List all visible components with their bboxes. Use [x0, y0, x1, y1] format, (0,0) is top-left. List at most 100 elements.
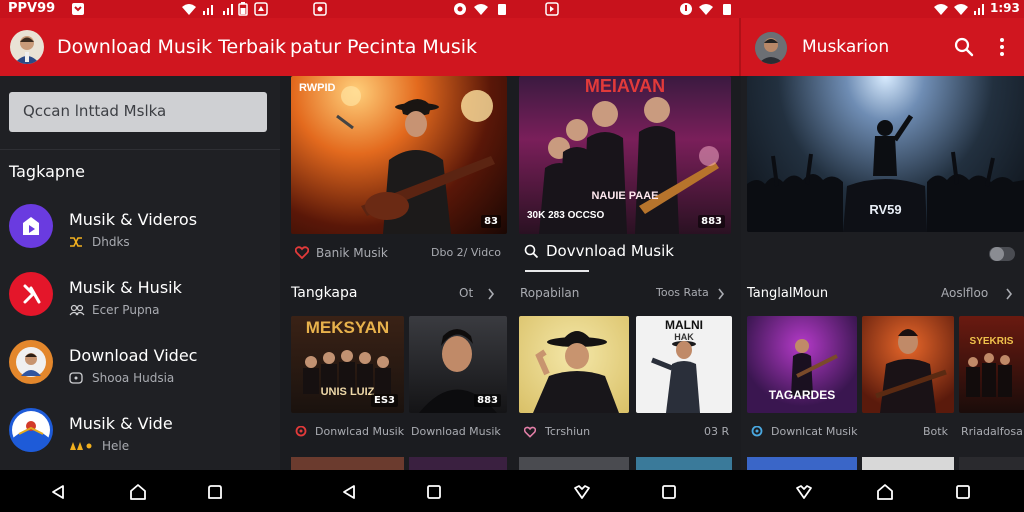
- card-image[interactable]: MALNI HAK: [636, 316, 732, 413]
- app-icon: [9, 408, 53, 452]
- search-input[interactable]: Qccan lnttad Mslka: [9, 92, 267, 132]
- screen-root: PPV99 1:93 Download Musik Terbaik patur …: [0, 0, 1024, 512]
- back-icon[interactable]: [341, 484, 357, 500]
- hero-image[interactable]: MEIAVAN NAUIE PAAE 30K 283 OCCSO 883: [519, 76, 731, 234]
- row-more[interactable]: Ot: [459, 286, 473, 300]
- wifi-icon-4: [933, 2, 949, 16]
- card-overlay: MEKSYAN: [305, 318, 390, 337]
- signal-icon-2: [222, 2, 236, 16]
- card-overlay: TAGARDES: [768, 388, 836, 402]
- list-item[interactable]: Musik & Vide Hele: [0, 404, 280, 460]
- recents-icon[interactable]: [207, 484, 223, 500]
- wifi-icon: [181, 2, 197, 16]
- chevron-right-icon[interactable]: [487, 288, 495, 300]
- hero-caption: Banik Musik: [316, 246, 388, 260]
- card-image-peek: [747, 457, 857, 470]
- heart-nav-icon[interactable]: [573, 484, 591, 500]
- section-title: Tagkapne: [9, 162, 86, 181]
- list-item-title: Musik & Husik: [69, 278, 182, 297]
- search-placeholder: Qccan lnttad Mslka: [23, 102, 167, 120]
- hero-overlay-sub: NAUIE PAAE: [591, 190, 659, 202]
- screen1-title: Download Musik Terbaik: [57, 36, 287, 58]
- location-icon: [453, 2, 467, 16]
- card-image-peek: [519, 457, 629, 470]
- card-image[interactable]: 883: [409, 316, 507, 413]
- chevron-right-icon[interactable]: [1005, 288, 1013, 300]
- signal-icon-3: [973, 2, 987, 16]
- toggle-switch[interactable]: [989, 247, 1015, 261]
- recents-icon[interactable]: [955, 484, 971, 500]
- app-icon: [9, 272, 53, 316]
- hero-image[interactable]: RV59: [747, 76, 1024, 232]
- chevron-right-icon[interactable]: [717, 288, 725, 300]
- card-overlay-sub: HAK: [674, 332, 694, 342]
- list-item[interactable]: Musik & Husik Ecer Pupna: [0, 268, 280, 324]
- card-overlay: MALNI: [665, 318, 703, 332]
- row-more[interactable]: Aoslfloo: [941, 286, 988, 300]
- list-item-subtitle: Ecer Pupna: [92, 303, 160, 317]
- hero-overlay-bottom: 30K 283 OCCSO: [527, 210, 605, 221]
- list-item-title: Musik & Videros: [69, 210, 198, 229]
- heart-icon[interactable]: [524, 426, 536, 438]
- app-icon: [9, 204, 53, 248]
- app-icon: [9, 340, 53, 384]
- screen3-panel: RV59 TanglalMoun Aoslfloo TAGARDES SYEKR…: [741, 76, 1024, 470]
- app-notif-icon: [313, 2, 327, 16]
- list-item[interactable]: Musik & Videros Dhdks: [0, 200, 280, 256]
- battery-icon: [238, 2, 248, 16]
- toggle-knob: [990, 247, 1004, 261]
- home-icon[interactable]: [876, 484, 894, 500]
- card-image-peek: [862, 457, 954, 470]
- heart-icon[interactable]: [295, 246, 309, 259]
- card-caption: Donwlcad Musik: [315, 425, 405, 438]
- divider: [739, 18, 741, 76]
- card-image-peek: [959, 457, 1024, 470]
- hero-image[interactable]: RWPID 83: [291, 76, 507, 234]
- signal-icon: [202, 2, 216, 16]
- wifi-icon-2: [473, 2, 489, 16]
- row-title: Tangkapa: [291, 285, 358, 301]
- hero-overlay-title: MEIAVAN: [584, 76, 666, 96]
- list-item[interactable]: Download Videc Shooa Hudsia: [0, 336, 280, 392]
- more-vert-icon[interactable]: [998, 37, 1006, 57]
- card-image[interactable]: TAGARDES: [747, 316, 857, 413]
- search-tab-label[interactable]: Dovvnload Musik: [546, 242, 674, 260]
- divider: [0, 149, 280, 150]
- card-image[interactable]: SYEKRIS: [959, 316, 1024, 413]
- card-image-peek: [636, 457, 732, 470]
- app-notif-icon-2: [545, 2, 559, 16]
- row-title-2: Ropabilan: [520, 286, 580, 300]
- screen2-panel: RWPID 83 MEIAVAN NAUIE PAAE 30K 283 OCCS…: [281, 76, 739, 470]
- card-image[interactable]: [862, 316, 954, 413]
- row-more-2[interactable]: Toos Rata: [656, 286, 709, 299]
- hero-tag: 883: [698, 215, 725, 228]
- profile-avatar[interactable]: [10, 30, 44, 64]
- card-image-peek: [409, 457, 507, 470]
- list-item-subtitle: Dhdks: [92, 235, 130, 249]
- recents-icon[interactable]: [661, 484, 677, 500]
- rating-icon: [69, 440, 93, 452]
- screen2-title: patur Pecinta Musik: [290, 36, 478, 58]
- recents-icon[interactable]: [426, 484, 442, 500]
- card-tag: 883: [474, 394, 501, 407]
- heart-nav-icon[interactable]: [795, 484, 813, 500]
- location-pin-icon: [295, 426, 307, 439]
- home-icon[interactable]: [129, 484, 147, 500]
- card-image[interactable]: MEKSYAN UNIS LUIZ ES3: [291, 316, 404, 413]
- tab-indicator: [525, 270, 589, 272]
- profile-avatar-2[interactable]: [755, 32, 787, 64]
- search-icon[interactable]: [954, 37, 974, 57]
- gap: [507, 76, 519, 470]
- back-icon[interactable]: [50, 484, 66, 500]
- carrier-label: PPV99: [8, 1, 56, 16]
- card-caption: Botk: [923, 425, 948, 438]
- app-bar: Download Musik Terbaik patur Pecinta Mus…: [0, 18, 1024, 76]
- battery-icon-2: [497, 2, 507, 16]
- alarm-icon: [254, 2, 268, 16]
- hero-meta: Dbo 2/ Vidco: [431, 246, 501, 259]
- search-icon[interactable]: [524, 244, 539, 259]
- card-caption: Download Musik: [411, 425, 501, 438]
- card-image[interactable]: [519, 316, 629, 413]
- card-caption: Downlcat Musik: [771, 425, 858, 438]
- chat-icon: [69, 372, 83, 384]
